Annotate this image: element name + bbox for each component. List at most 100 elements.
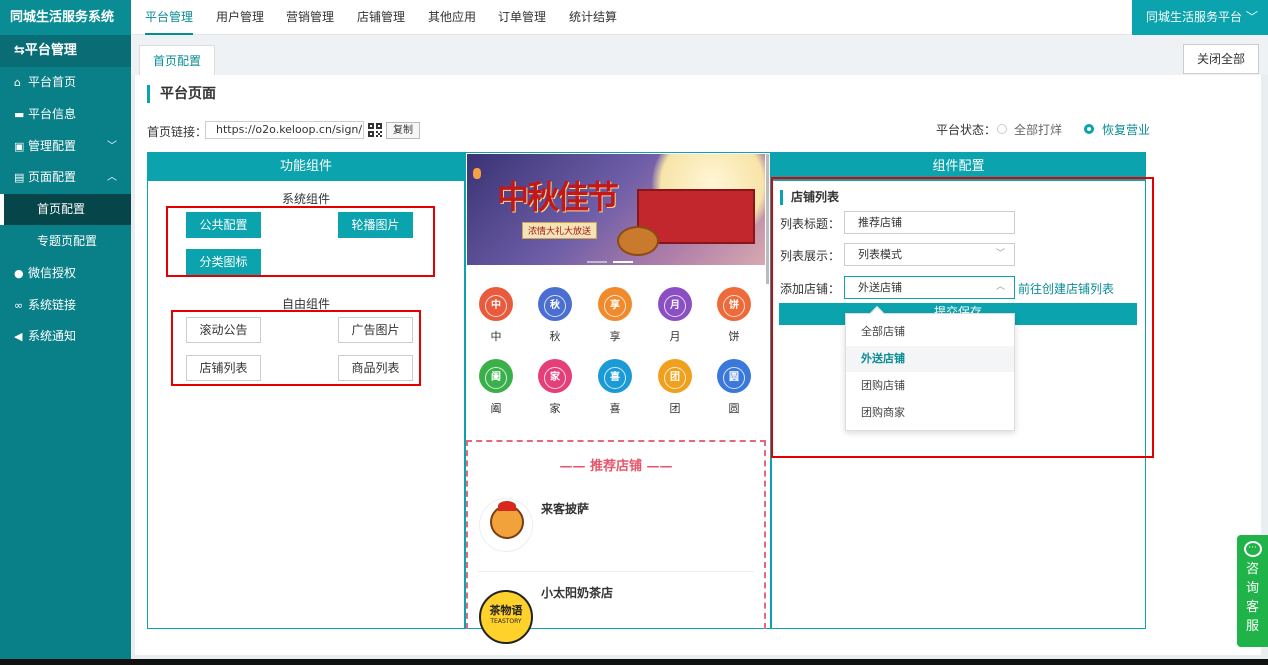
banner-title: 中秋佳节 (497, 178, 619, 216)
category-icon[interactable]: 饼 (717, 287, 751, 321)
wechat-icon: ● (14, 267, 24, 280)
category-label[interactable]: 秋 (535, 328, 575, 344)
category-icon[interactable]: 阖 (479, 359, 513, 393)
field-label-display: 列表展示： (780, 249, 841, 263)
sidebar-item-label: 系统通知 (28, 329, 77, 343)
sidebar-item-home-config[interactable]: 首页配置 (0, 194, 131, 225)
sidebar-header[interactable]: ⇆平台管理 (0, 35, 131, 67)
status-option-close[interactable]: 全部打烊 (1014, 121, 1062, 138)
category-label[interactable]: 团 (655, 400, 695, 416)
topnav-platform[interactable]: 平台管理 (145, 0, 194, 35)
brand-title: 同城生活服务系统 (0, 0, 131, 35)
dropdown-option-groupbuy-shop[interactable]: 团购店铺 (846, 373, 1014, 399)
monitor-icon: ▬ (14, 108, 25, 121)
topnav-stats[interactable]: 统计结算 (569, 0, 617, 35)
category-label[interactable]: 享 (595, 328, 635, 344)
sidebar-item-wechat[interactable]: ● 微信授权 (0, 258, 131, 289)
goto-create-shop-list-link[interactable]: 前往创建店铺列表 (1018, 280, 1114, 297)
sidebar-item-label: 平台信息 (28, 107, 77, 121)
product-list-button[interactable]: 商品列表 (338, 355, 413, 381)
sidebar-item-manage[interactable]: ▣ 管理配置 ﹀ (0, 131, 131, 162)
category-icon[interactable]: 圆 (717, 359, 751, 393)
category-label[interactable]: 中 (476, 328, 516, 344)
sidebar-item-pages[interactable]: ▤ 页面配置 ︿ (0, 162, 131, 193)
topnav-marketing[interactable]: 营销管理 (286, 0, 334, 35)
list-title-input[interactable]: 推荐店铺 (844, 211, 1015, 234)
sidebar-item-links[interactable]: ∞ 系统链接 (0, 290, 131, 321)
category-icon-char: 饼 (723, 295, 745, 317)
dropdown-option-delivery[interactable]: 外送店铺 (846, 346, 1014, 372)
chat-label-char: 客 (1245, 600, 1259, 615)
tab-home-config[interactable]: 首页配置 (139, 45, 215, 75)
banner-carousel[interactable]: 中秋佳节 浓情大礼大放送 (467, 154, 765, 265)
recommended-shops-title: —— 推荐店铺 —— (559, 459, 673, 474)
chat-bubble-icon: ··· (1243, 541, 1262, 557)
category-icon-char: 喜 (604, 367, 626, 389)
platform-selector[interactable]: 同城生活服务平台 ﹀ (1132, 0, 1268, 35)
category-icon-char: 阖 (485, 367, 507, 389)
category-icon[interactable]: 团 (658, 359, 692, 393)
close-all-button[interactable]: 关闭全部 (1183, 44, 1259, 74)
topnav-apps[interactable]: 其他应用 (428, 0, 476, 35)
topnav-stores[interactable]: 店铺管理 (357, 0, 405, 35)
shop-logo-pizza[interactable] (479, 498, 533, 552)
sidebar-item-topic-config[interactable]: 专题页配置 (0, 226, 131, 257)
category-label[interactable]: 家 (535, 400, 575, 416)
category-label[interactable]: 喜 (595, 400, 635, 416)
shop-name[interactable]: 小太阳奶茶店 (541, 584, 613, 601)
add-shop-select[interactable]: 外送店铺 ︿ (844, 276, 1015, 299)
category-label[interactable]: 阖 (476, 400, 516, 416)
scroll-notice-button[interactable]: 滚动公告 (186, 317, 261, 343)
banner-subtitle: 浓情大礼大放送 (522, 222, 598, 239)
category-icon[interactable]: 中 (479, 287, 513, 321)
page-title: 平台页面 (147, 85, 216, 103)
add-shop-value: 外送店铺 (858, 281, 902, 294)
sidebar-item-label: 平台首页 (28, 75, 77, 89)
shop-logo-tea[interactable]: 茶物语 TEASTORY (479, 590, 533, 644)
category-label[interactable]: 月 (655, 328, 695, 344)
copy-button[interactable]: 复制 (386, 122, 420, 139)
category-icon-char: 中 (485, 295, 507, 317)
category-icon-char: 团 (664, 367, 686, 389)
category-icon-char: 秋 (544, 295, 566, 317)
category-icon[interactable]: 享 (598, 287, 632, 321)
list-display-select[interactable]: 列表模式 ﹀ (844, 243, 1015, 266)
category-icon[interactable]: 秋 (538, 287, 572, 321)
radio-close-all[interactable] (997, 124, 1007, 134)
menu-toggle-icon: ⇆ (14, 43, 25, 58)
topnav-users[interactable]: 用户管理 (216, 0, 264, 35)
shop-name[interactable]: 来客披萨 (541, 500, 589, 517)
radio-reopen[interactable] (1084, 124, 1094, 134)
shop-list-button[interactable]: 店铺列表 (186, 355, 261, 381)
sidebar-item-label: 系统链接 (28, 298, 77, 312)
sidebar-header-label: 平台管理 (24, 43, 77, 58)
public-config-button[interactable]: 公共配置 (186, 212, 261, 238)
topnav-orders[interactable]: 订单管理 (498, 0, 546, 35)
chevron-down-icon: ﹀ (1245, 10, 1258, 24)
dropdown-option-all[interactable]: 全部店铺 (846, 319, 1014, 345)
chat-label-char: 咨 (1245, 562, 1259, 577)
tea-logo-text: 茶物语 (489, 604, 523, 617)
link-label: 首页链接： (147, 125, 208, 139)
ad-image-button[interactable]: 广告图片 (338, 317, 413, 343)
category-icon[interactable]: 月 (658, 287, 692, 321)
home-link-input[interactable]: https://o2o.keloop.cn/sign/ (205, 121, 364, 139)
category-label[interactable]: 圆 (714, 400, 754, 416)
customer-service-button[interactable]: ··· 咨 询 客 服 (1237, 535, 1268, 647)
status-option-reopen[interactable]: 恢复营业 (1102, 121, 1150, 138)
sidebar-item-notice[interactable]: ◀ 系统通知 (0, 321, 131, 352)
category-icon-button[interactable]: 分类图标 (186, 249, 261, 275)
sidebar-item-info[interactable]: ▬ 平台信息 (0, 99, 131, 130)
qrcode-icon[interactable] (368, 123, 382, 137)
dropdown-option-groupbuy-merchant[interactable]: 团购商家 (846, 400, 1014, 426)
system-components-title: 系统组件 (281, 192, 330, 206)
sidebar-item-home[interactable]: ⌂ 平台首页 (0, 67, 131, 98)
category-icon[interactable]: 家 (538, 359, 572, 393)
home-icon: ⌂ (14, 76, 21, 89)
carousel-button[interactable]: 轮播图片 (338, 212, 413, 238)
document-icon: ▤ (14, 171, 25, 184)
speaker-icon: ◀ (14, 330, 23, 343)
preview-scrollbar[interactable] (766, 154, 769, 284)
category-label[interactable]: 饼 (714, 328, 754, 344)
category-icon[interactable]: 喜 (598, 359, 632, 393)
